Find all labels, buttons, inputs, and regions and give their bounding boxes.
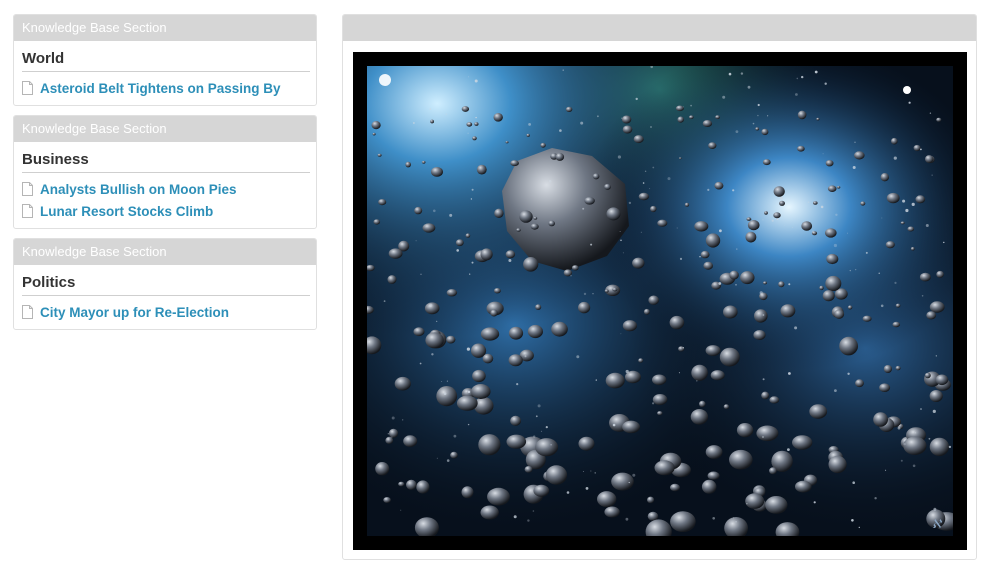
kb-section-world: Knowledge Base Section World Asteroid Be… bbox=[13, 14, 317, 106]
image-frame: ℵ bbox=[353, 52, 967, 550]
list-item: Lunar Resort Stocks Climb bbox=[22, 200, 310, 222]
kb-section-politics: Knowledge Base Section Politics City May… bbox=[13, 238, 317, 330]
document-icon bbox=[22, 182, 33, 196]
document-icon bbox=[22, 204, 33, 218]
kb-section-header: Knowledge Base Section bbox=[14, 15, 316, 41]
main-content-panel: ℵ bbox=[342, 14, 977, 560]
asteroid-field-image: ℵ bbox=[367, 66, 953, 536]
article-link[interactable]: Asteroid Belt Tightens on Passing By bbox=[40, 81, 281, 96]
main-panel-header bbox=[343, 15, 976, 41]
kb-section-title: World bbox=[22, 50, 310, 72]
kb-section-header: Knowledge Base Section bbox=[14, 239, 316, 265]
article-link[interactable]: City Mayor up for Re-Election bbox=[40, 305, 229, 320]
kb-section-business: Knowledge Base Section Business Analysts… bbox=[13, 115, 317, 229]
list-item: Analysts Bullish on Moon Pies bbox=[22, 178, 310, 200]
article-link[interactable]: Analysts Bullish on Moon Pies bbox=[40, 182, 237, 197]
document-icon bbox=[22, 305, 33, 319]
article-link[interactable]: Lunar Resort Stocks Climb bbox=[40, 204, 213, 219]
kb-section-header: Knowledge Base Section bbox=[14, 116, 316, 142]
list-item: Asteroid Belt Tightens on Passing By bbox=[22, 77, 310, 99]
document-icon bbox=[22, 81, 33, 95]
kb-section-title: Business bbox=[22, 151, 310, 173]
list-item: City Mayor up for Re-Election bbox=[22, 301, 310, 323]
kb-section-title: Politics bbox=[22, 274, 310, 296]
